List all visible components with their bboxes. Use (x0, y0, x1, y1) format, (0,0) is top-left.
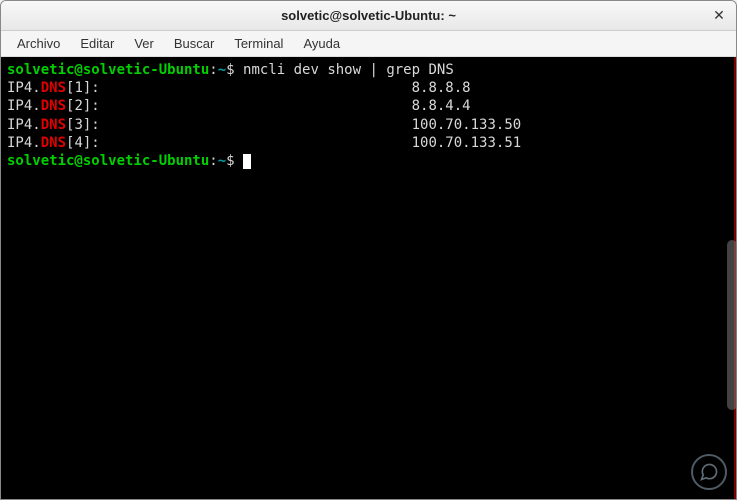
prompt-line: solvetic@solvetic-Ubuntu:~$ (7, 152, 728, 170)
prompt-user: solvetic@solvetic-Ubuntu (7, 153, 209, 169)
cursor-icon (243, 154, 251, 169)
menu-archivo[interactable]: Archivo (7, 33, 70, 54)
prompt-path: ~ (218, 62, 226, 78)
prompt-sep: : (209, 62, 217, 78)
command-text: nmcli dev show | grep DNS (243, 62, 454, 78)
prompt-user: solvetic@solvetic-Ubuntu (7, 62, 209, 78)
menu-buscar[interactable]: Buscar (164, 33, 224, 54)
output-line: IP4.DNS[3]: 100.70.133.50 (7, 116, 728, 134)
output-line: IP4.DNS[4]: 100.70.133.51 (7, 134, 728, 152)
prompt-sep: : (209, 153, 217, 169)
terminal-body[interactable]: solvetic@solvetic-Ubuntu:~$ nmcli dev sh… (1, 57, 736, 499)
command-line: solvetic@solvetic-Ubuntu:~$ nmcli dev sh… (7, 61, 728, 79)
menubar: Archivo Editar Ver Buscar Terminal Ayuda (1, 31, 736, 57)
titlebar: solvetic@solvetic-Ubuntu: ~ ✕ (1, 1, 736, 31)
prompt-end: $ (226, 153, 243, 169)
command-output: IP4.DNS[1]: 8.8.8.8IP4.DNS[2]: 8.8.4.4IP… (7, 79, 728, 152)
output-line: IP4.DNS[2]: 8.8.4.4 (7, 97, 728, 115)
output-line: IP4.DNS[1]: 8.8.8.8 (7, 79, 728, 97)
menu-ayuda[interactable]: Ayuda (293, 33, 350, 54)
window-title: solvetic@solvetic-Ubuntu: ~ (281, 8, 456, 23)
prompt-end: $ (226, 62, 243, 78)
scrollbar-thumb[interactable] (727, 240, 737, 410)
menu-editar[interactable]: Editar (70, 33, 124, 54)
menu-terminal[interactable]: Terminal (224, 33, 293, 54)
prompt-path: ~ (218, 153, 226, 169)
terminal-window: solvetic@solvetic-Ubuntu: ~ ✕ Archivo Ed… (0, 0, 737, 500)
close-icon[interactable]: ✕ (710, 7, 728, 25)
menu-ver[interactable]: Ver (124, 33, 164, 54)
